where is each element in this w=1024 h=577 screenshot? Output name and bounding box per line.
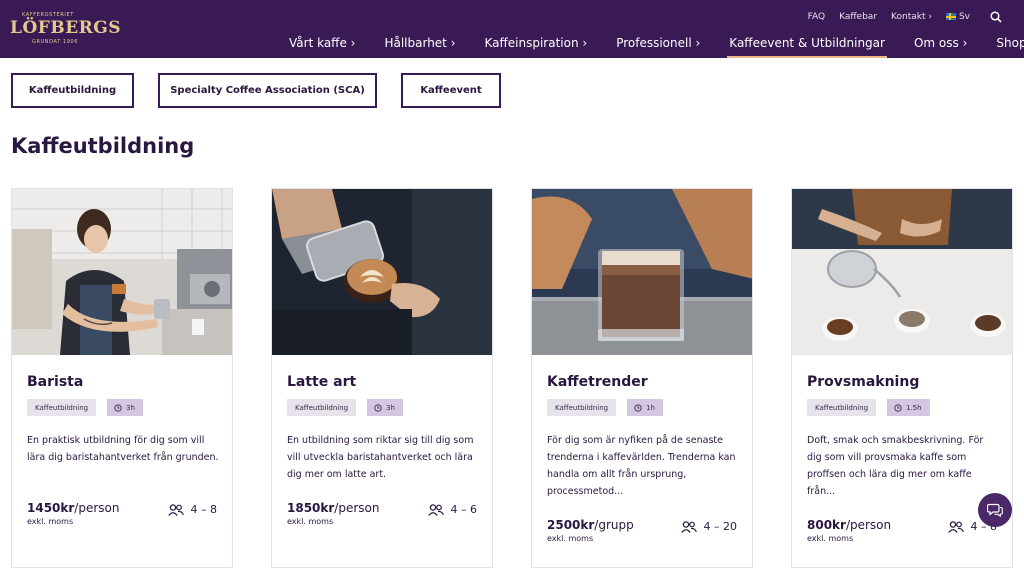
nav-item-om-oss[interactable]: Om oss › [914,36,967,58]
category-badge: Kaffeutbildning [547,399,617,416]
price-amount: 2500kr [547,518,595,532]
participants: 4 – 20 [680,520,738,533]
price-amount: 800kr [807,518,846,532]
vat-note: exkl. moms [27,517,74,526]
course-price: 1450kr/person [27,501,119,515]
logo-established: GRUNDAT 1906 [32,39,79,45]
duration-label: 1.5h [906,403,922,412]
course-price: 800kr/person [807,518,891,532]
logo-wordmark: LÖFBERGS [10,18,122,38]
course-title: Kaffetrender [547,374,648,390]
contact-link[interactable]: Kontakt › [891,12,932,22]
swedish-flag-icon [945,13,956,20]
site-header: KAFFEROSTERIET LÖFBERGS GRUNDAT 1906 FAQ… [0,0,1024,58]
coffee-bar-link[interactable]: Kaffebar [839,12,877,22]
latte-art-photo [272,189,492,355]
people-icon [167,503,184,516]
duration-badge: 3h [367,399,403,416]
course-description: För dig som är nyfiken på de senaste tre… [547,435,736,497]
price-amount: 1850kr [287,501,335,515]
duration-badge: 1.5h [887,399,930,416]
course-description: En praktisk utbildning för dig som vill … [27,435,219,463]
category-badge: Kaffeutbildning [27,399,97,416]
clock-icon [374,403,382,412]
price-unit: /person [334,501,380,515]
lofbergs-logo[interactable]: KAFFEROSTERIET LÖFBERGS GRUNDAT 1906 [10,10,121,46]
category-badge: Kaffeutbildning [807,399,877,416]
faq-link[interactable]: FAQ [808,12,825,22]
price-unit: /grupp [594,518,634,532]
vat-note: exkl. moms [547,534,594,543]
duration-label: 3h [126,403,135,412]
price-unit: /person [845,518,892,532]
nav-item-hallbarhet[interactable]: Hållbarhet › [384,36,455,58]
vat-note: exkl. moms [807,534,854,543]
course-price: 2500kr/grupp [547,518,634,532]
filter-sca[interactable]: Specialty Coffee Association (SCA) [158,73,377,108]
filter-kaffeevent[interactable]: Kaffeevent [401,73,501,108]
nav-item-kaffeevent-utbildningar[interactable]: Kaffeevent & Utbildningar [727,36,887,58]
people-icon [947,520,964,533]
participants-range: 4 – 8 [190,503,218,516]
barista-photo [12,189,232,355]
category-badge: Kaffeutbildning [287,399,357,416]
language-label: Sv [958,12,970,22]
chat-button[interactable] [978,493,1012,527]
participants-range: 4 – 6 [450,503,478,516]
course-title: Provsmakning [807,374,920,390]
course-price: 1850kr/person [287,501,379,515]
course-card-kaffetrender[interactable]: Kaffetrender Kaffeutbildning 1h För dig … [531,188,753,568]
participants: 4 – 8 [167,503,218,516]
language-selector[interactable]: Sv [945,12,970,22]
nav-item-shop[interactable]: Shop [996,36,1024,58]
course-card-latte-art[interactable]: Latte art Kaffeutbildning 3h En utbildni… [271,188,493,568]
nav-item-professionell[interactable]: Professionell › [616,36,700,58]
kaffetrender-photo [532,189,752,355]
duration-label: 1h [646,403,655,412]
course-card-barista[interactable]: Barista Kaffeutbildning 3h En praktisk u… [11,188,233,568]
nav-item-kaffeinspiration[interactable]: Kaffeinspiration › [485,36,588,58]
chat-bubble-icon [987,503,1003,517]
provsmakning-photo [792,189,1012,355]
duration-badge: 1h [627,399,663,416]
price-amount: 1450kr [27,501,75,515]
people-icon [680,520,697,533]
nav-item-vart-kaffe[interactable]: Vårt kaffe › [289,36,355,58]
duration-badge: 3h [107,399,143,416]
filter-kaffeutbildning[interactable]: Kaffeutbildning [11,73,134,108]
clock-icon [114,403,122,412]
course-description: En utbildning som riktar sig till dig so… [287,435,474,480]
clock-icon [634,403,642,412]
course-description: Doft, smak och smakbeskrivning. För dig … [807,435,984,497]
main-nav: Vårt kaffe › Hållbarhet › Kaffeinspirati… [289,36,1024,58]
duration-label: 3h [386,403,395,412]
participants-range: 4 – 20 [703,520,738,533]
vat-note: exkl. moms [287,517,334,526]
participants: 4 – 6 [427,503,478,516]
people-icon [427,503,444,516]
price-unit: /person [74,501,120,515]
page-title: Kaffeutbildning [11,134,195,158]
course-title: Barista [27,374,84,390]
utility-nav: FAQ Kaffebar Kontakt › Sv [794,11,1002,23]
search-icon[interactable] [990,11,1002,23]
clock-icon [894,403,902,412]
course-title: Latte art [287,374,357,390]
